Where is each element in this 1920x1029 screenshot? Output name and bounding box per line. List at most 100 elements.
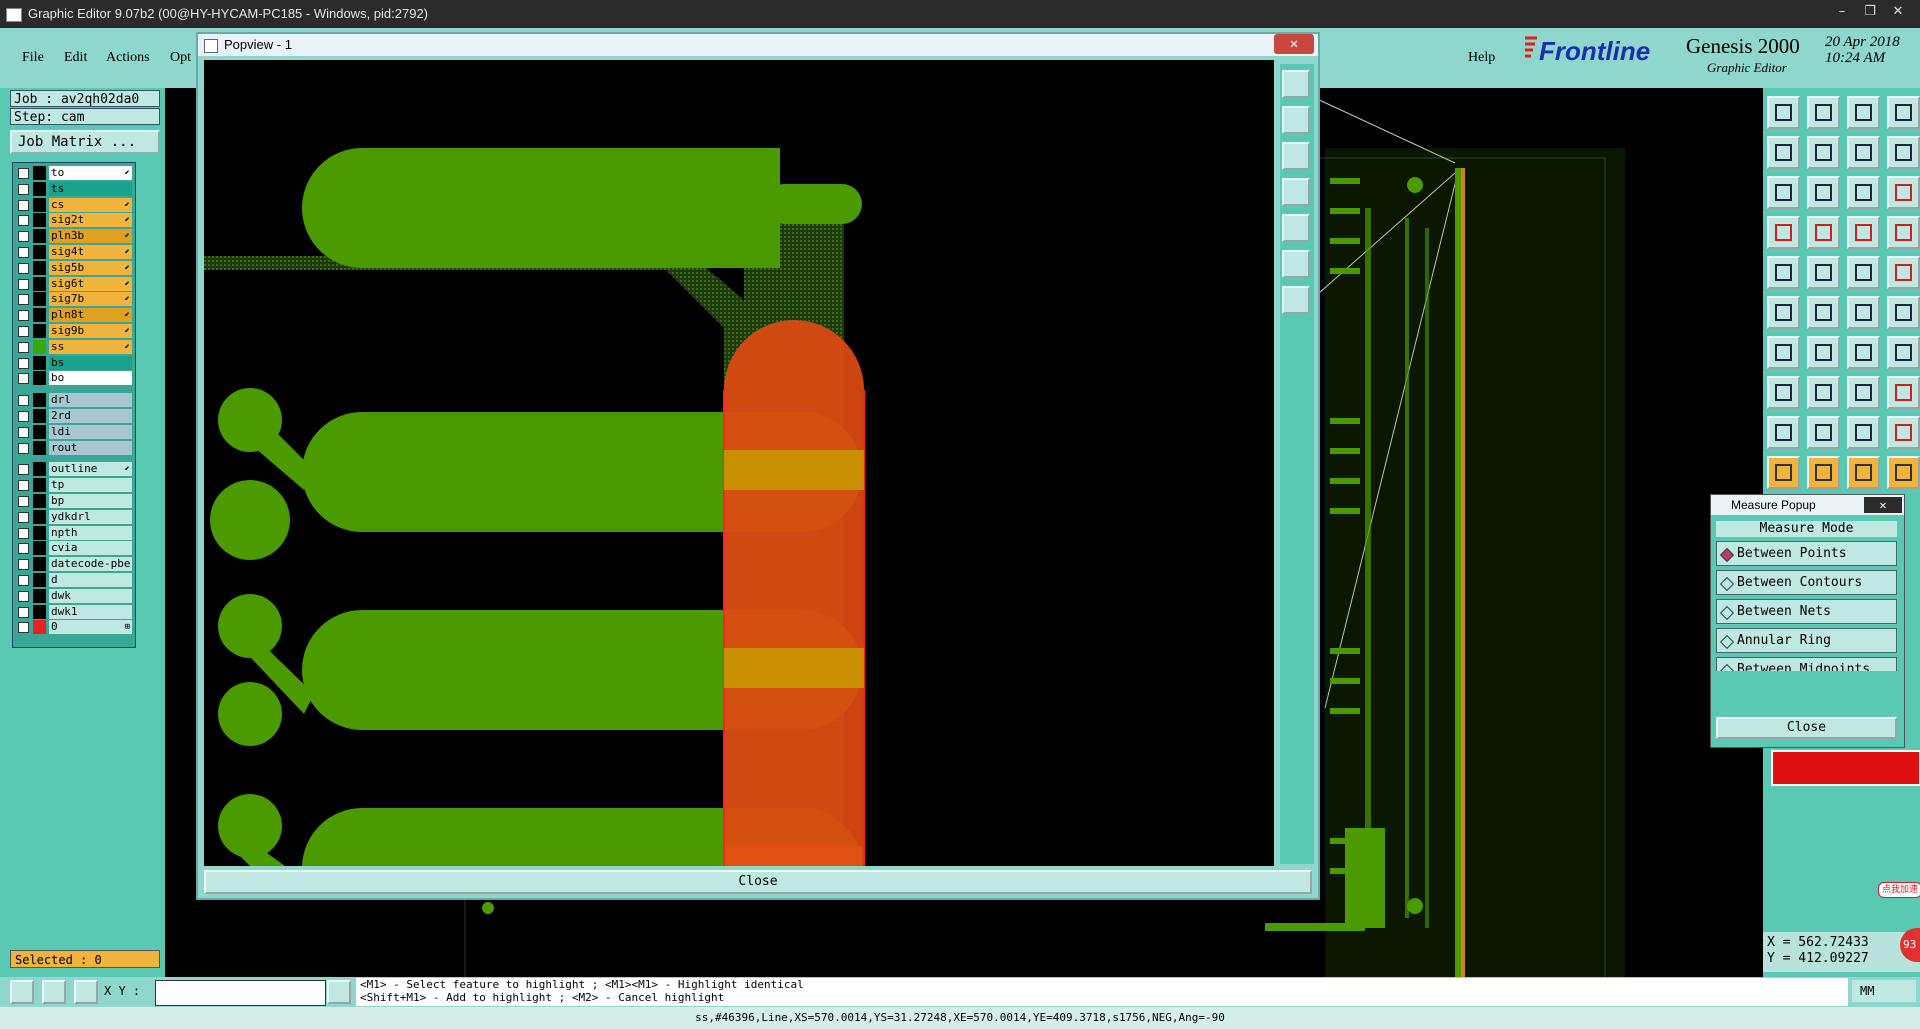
layer-checkbox[interactable]: [18, 183, 29, 195]
scale-1-1-icon[interactable]: [1847, 176, 1880, 209]
layer-color-swatch[interactable]: [33, 229, 46, 244]
select-box-icon[interactable]: [1847, 456, 1880, 489]
grid-icon[interactable]: [74, 980, 98, 1004]
job-matrix-button[interactable]: Job Matrix ...: [10, 130, 160, 154]
measure-popup-close-x[interactable]: ✕: [1864, 497, 1902, 513]
zoom-home-icon[interactable]: [1767, 96, 1800, 129]
window-close-button[interactable]: ✕: [1886, 3, 1910, 21]
layer-color-swatch[interactable]: [33, 166, 46, 180]
layer-checkbox[interactable]: [18, 341, 29, 353]
measure-line-icon[interactable]: [1767, 336, 1800, 369]
triangle-b-icon[interactable]: [1847, 416, 1880, 449]
measure-mode-option[interactable]: Annular Ring: [1716, 628, 1897, 653]
radio-icon[interactable]: [1719, 634, 1735, 650]
layer-checkbox[interactable]: [18, 442, 29, 454]
layer-checkbox[interactable]: [18, 411, 29, 422]
net-select-icon[interactable]: [1847, 216, 1880, 249]
popview-canvas[interactable]: [204, 60, 1274, 866]
angle-icon[interactable]: [42, 980, 66, 1004]
zoom-out-icon[interactable]: [1282, 178, 1310, 206]
layer-checkbox[interactable]: [18, 543, 29, 555]
layer-row[interactable]: dwk1: [15, 604, 133, 619]
layer-color-swatch[interactable]: [33, 541, 46, 556]
pan-left-icon[interactable]: [1767, 136, 1800, 169]
layer-name[interactable]: sig6t: [49, 276, 132, 291]
xy-input[interactable]: [155, 980, 326, 1006]
menu-edit[interactable]: Edit: [64, 50, 87, 66]
layer-row[interactable]: rout: [15, 440, 133, 455]
triangle-a-icon[interactable]: [1807, 416, 1840, 449]
layer-name[interactable]: pln3b: [49, 229, 132, 244]
layer-color-swatch[interactable]: [33, 260, 46, 275]
layer-color-swatch[interactable]: [33, 308, 46, 323]
layer-name[interactable]: rout: [49, 440, 132, 455]
zoom-next-icon[interactable]: [1887, 96, 1920, 129]
measure-mode-option[interactable]: Between Contours: [1716, 570, 1897, 595]
menu-help[interactable]: Help: [1468, 50, 1495, 66]
layer-name[interactable]: dwk: [49, 588, 132, 603]
pan-icon[interactable]: [1282, 214, 1310, 242]
pad-move-icon[interactable]: [1767, 376, 1800, 409]
menu-file[interactable]: File: [22, 50, 44, 66]
zoom-home-icon[interactable]: [1282, 70, 1310, 98]
layer-row[interactable]: bo: [15, 371, 133, 386]
cursor-icon[interactable]: [327, 980, 351, 1004]
layer-color-swatch[interactable]: [33, 409, 46, 423]
layer-checkbox[interactable]: [18, 326, 29, 337]
layer-checkbox[interactable]: [18, 622, 29, 634]
layer-checkbox[interactable]: [18, 262, 29, 274]
layer-checkbox[interactable]: [18, 278, 29, 290]
layer-checkbox[interactable]: [18, 231, 29, 243]
layer-row[interactable]: outline ⬋: [15, 462, 133, 477]
layer-name[interactable]: dwk1: [49, 604, 132, 619]
layer-row[interactable]: sig2t ⬋: [15, 213, 133, 228]
layer-row[interactable]: 0 ⊞: [15, 620, 133, 635]
layer-color-swatch[interactable]: [33, 371, 46, 386]
zoom-fit-icon[interactable]: [1807, 96, 1840, 129]
layer-checkbox[interactable]: [18, 426, 29, 438]
zoom-in-icon[interactable]: [1767, 176, 1800, 209]
shape-add-icon[interactable]: [1807, 256, 1840, 289]
pan-right-icon[interactable]: [1807, 136, 1840, 169]
delete-icon[interactable]: [1807, 376, 1840, 409]
layer-checkbox[interactable]: [18, 199, 29, 211]
feature-info-icon[interactable]: [1767, 216, 1800, 249]
layer-row[interactable]: sig4t ⬋: [15, 245, 133, 259]
layer-row[interactable]: ss ⬋: [15, 339, 133, 354]
menu-actions[interactable]: Actions: [106, 50, 150, 66]
surface-icon[interactable]: [1887, 256, 1920, 289]
layer-name[interactable]: bo: [49, 371, 132, 386]
layer-color-swatch[interactable]: [33, 424, 46, 439]
layer-row[interactable]: cvia: [15, 541, 133, 556]
layer-row[interactable]: to ⬋: [15, 166, 133, 180]
layer-name[interactable]: sig9b: [49, 324, 132, 338]
layer-checkbox[interactable]: [18, 527, 29, 539]
layer-checkbox[interactable]: [18, 294, 29, 306]
layer-name[interactable]: to: [49, 166, 132, 180]
layer-color-swatch[interactable]: [33, 573, 46, 587]
layer-color-swatch[interactable]: [33, 604, 46, 619]
redraw-icon[interactable]: [1887, 136, 1920, 169]
layer-name[interactable]: d: [49, 573, 132, 587]
center-icon[interactable]: [1282, 286, 1310, 314]
layer-checkbox[interactable]: [18, 168, 29, 179]
layer-color-swatch[interactable]: [33, 509, 46, 524]
connect-icon[interactable]: [1847, 296, 1880, 329]
layer-color-swatch[interactable]: [33, 276, 46, 291]
radio-icon[interactable]: [1719, 576, 1735, 592]
popview-close-x[interactable]: ✕: [1274, 34, 1314, 54]
measure-mode-option[interactable]: Between Points: [1716, 541, 1897, 566]
layer-row[interactable]: dwk: [15, 588, 133, 603]
layer-row[interactable]: pln8t ⬋: [15, 308, 133, 323]
layer-color-swatch[interactable]: [33, 339, 46, 354]
query-icon[interactable]: [1887, 176, 1920, 209]
layer-name[interactable]: cs: [49, 197, 132, 212]
layer-color-swatch[interactable]: [33, 197, 46, 212]
grid-snap-icon[interactable]: [1807, 216, 1840, 249]
layer-checkbox[interactable]: [18, 606, 29, 618]
full-screen-icon[interactable]: [1282, 250, 1310, 278]
zoom-in-icon[interactable]: [1282, 142, 1310, 170]
layer-row[interactable]: npth: [15, 525, 133, 540]
layer-name[interactable]: tp: [49, 478, 132, 493]
layer-name[interactable]: ss: [49, 339, 132, 354]
